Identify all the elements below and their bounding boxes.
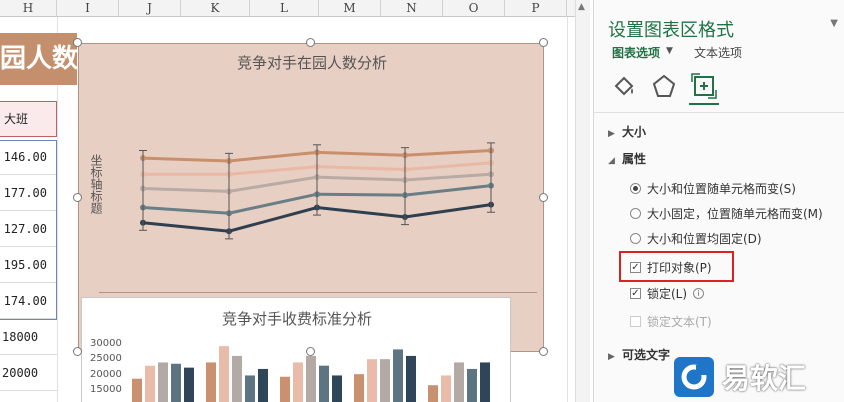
tab-chart-options[interactable]: 图表选项 <box>612 44 660 61</box>
checkbox <box>630 316 641 327</box>
vertical-scrollbar[interactable]: ▲ <box>575 0 590 402</box>
column-header[interactable]: O <box>443 0 505 17</box>
info-icon[interactable]: i <box>693 288 705 299</box>
format-chart-area-pane: 设置图表区格式 ▼ 图表选项 ▼ 文本选项 ▶ 大小 ◢ 属性 大小和位置随单元格而… <box>593 0 844 402</box>
tab-text-options[interactable]: 文本选项 <box>694 44 742 61</box>
header-cell[interactable]: 大班 <box>0 101 57 137</box>
bar <box>480 362 490 402</box>
chevron-down-icon: ◢ <box>608 156 615 166</box>
column-header[interactable]: K <box>181 0 250 17</box>
bar <box>206 362 216 402</box>
resize-handle[interactable] <box>73 38 82 47</box>
checkbox[interactable]: ✓ <box>630 262 641 273</box>
section-size[interactable]: ▶ 大小 <box>608 123 646 140</box>
column-header[interactable]: M <box>319 0 381 17</box>
bar <box>293 362 303 402</box>
bar <box>380 359 390 402</box>
effects-icon[interactable] <box>650 72 678 100</box>
spreadsheet-area[interactable]: H I J K L M N O P 园人数 大班 146.00 177.00 1… <box>0 0 590 402</box>
bar <box>132 378 142 402</box>
column-header[interactable]: P <box>505 0 567 17</box>
watermark-text: 易软汇 <box>722 362 807 395</box>
checkbox-print-object[interactable]: ✓ 打印对象(P) <box>630 259 712 276</box>
column-header[interactable]: N <box>381 0 443 17</box>
pane-menu-icon[interactable]: ▼ <box>830 18 838 29</box>
column-header[interactable]: L <box>250 0 319 17</box>
checkbox-locked[interactable]: ✓ 锁定(L) i <box>630 285 705 302</box>
data-cell[interactable]: 20000 <box>0 355 57 391</box>
bar <box>280 376 290 402</box>
scroll-up-icon[interactable]: ▲ <box>578 2 585 12</box>
bar <box>184 367 194 402</box>
bar <box>258 368 268 402</box>
resize-handle[interactable] <box>73 193 82 202</box>
bar-chart-plot <box>132 346 490 402</box>
resize-handle[interactable] <box>306 347 315 356</box>
chevron-down-icon[interactable]: ▼ <box>666 46 673 56</box>
radio-fixed-size-move[interactable]: 大小固定，位置随单元格而变(M) <box>630 205 823 222</box>
bar <box>406 355 416 402</box>
bar <box>145 365 155 402</box>
radio-button[interactable] <box>630 183 641 194</box>
bar <box>367 359 377 402</box>
bar <box>245 375 255 402</box>
checkbox-lock-text: 锁定文本(T) <box>630 313 712 330</box>
watermark-logo: 易软汇 <box>674 356 834 398</box>
chevron-right-icon: ▶ <box>608 129 615 139</box>
bar <box>428 385 438 402</box>
sheet-title-banner: 园人数 <box>0 33 77 85</box>
column-header[interactable]: I <box>57 0 119 17</box>
divider-line <box>99 292 537 293</box>
bar-chart-area[interactable]: 竞争对手收费标准分析 30000 25000 20000 15000 <box>81 297 511 402</box>
radio-button[interactable] <box>630 208 641 219</box>
data-cell[interactable]: 18000 <box>0 319 57 355</box>
bar <box>171 363 181 402</box>
resize-handle[interactable] <box>73 347 82 356</box>
bar <box>158 362 168 402</box>
pane-title: 设置图表区格式 <box>608 20 734 41</box>
bar <box>332 375 342 402</box>
resize-handle[interactable] <box>306 38 315 47</box>
bar <box>441 375 451 402</box>
pane-icon-tabs <box>610 72 720 100</box>
column-header[interactable]: H <box>0 0 57 17</box>
bar <box>393 349 403 402</box>
bar <box>454 362 464 402</box>
resize-handle[interactable] <box>539 38 548 47</box>
column-header-row: H I J K L M N O P <box>0 0 590 17</box>
section-properties[interactable]: ◢ 属性 <box>608 150 646 167</box>
size-properties-icon[interactable] <box>690 72 718 100</box>
line-chart-plot <box>139 142 495 240</box>
chevron-right-icon: ▶ <box>608 352 615 362</box>
radio-size-position-move[interactable]: 大小和位置随单元格而变(S) <box>630 180 796 197</box>
fill-line-icon[interactable] <box>610 72 638 100</box>
bar <box>354 374 364 402</box>
resize-handle[interactable] <box>539 193 548 202</box>
bar <box>232 355 242 402</box>
icon-tab-indicator <box>689 103 719 105</box>
checkbox[interactable]: ✓ <box>630 288 641 299</box>
resize-handle[interactable] <box>539 347 548 356</box>
column-header[interactable]: J <box>119 0 181 17</box>
logo-icon <box>674 357 714 397</box>
bar <box>306 355 316 402</box>
section-alt-text[interactable]: ▶ 可选文字 <box>608 346 670 363</box>
selected-range <box>0 140 57 320</box>
bar <box>219 346 229 402</box>
bar <box>467 368 477 402</box>
radio-fixed-size-position[interactable]: 大小和位置均固定(D) <box>630 230 762 247</box>
radio-button[interactable] <box>630 233 641 244</box>
bar <box>319 365 329 402</box>
